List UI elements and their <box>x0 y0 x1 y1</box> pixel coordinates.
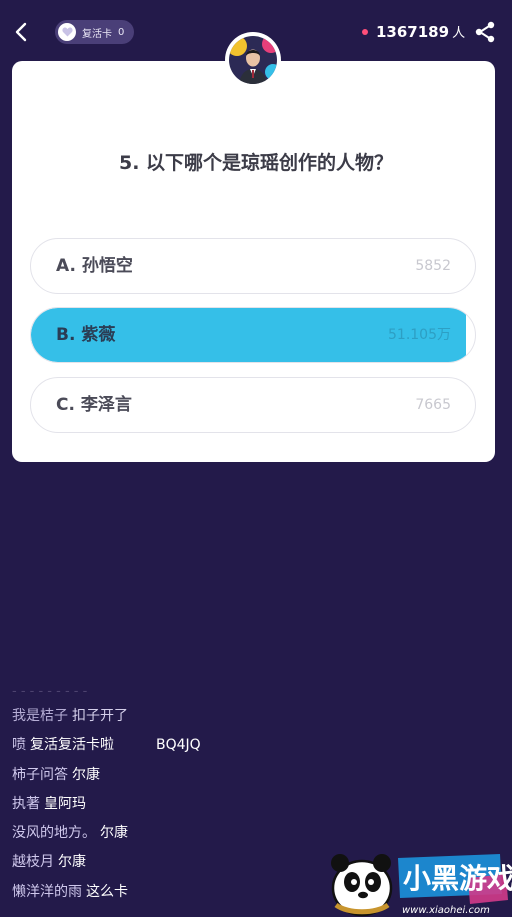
online-counter: 1367189 人 <box>362 22 465 41</box>
chat-message: 喷复活复活卡啦 BQ4JQ <box>12 735 332 764</box>
chat-username: 懒洋洋的雨 <box>12 883 82 900</box>
chat-text: 这么卡 <box>86 883 128 900</box>
chat-message: 懒洋洋的雨 这么卡 <box>12 882 332 911</box>
chat-text: 皇阿玛 <box>44 795 86 812</box>
share-icon[interactable] <box>473 20 497 44</box>
revive-card-count: 0 <box>118 26 125 38</box>
option-b[interactable]: B. 紫薇 51.105万 <box>30 307 476 363</box>
chat-message: 没风的地方。 尔康 <box>12 823 332 852</box>
option-a-count: 5852 <box>415 258 451 274</box>
online-unit: 人 <box>452 26 466 41</box>
chat-username: 越枝月 <box>12 854 54 871</box>
option-b-count: 51.105万 <box>388 327 451 343</box>
online-count: 1367189 <box>376 22 450 41</box>
option-c-label: C. 李泽言 <box>56 395 132 415</box>
chat-faded-line: - - - - - - - - - <box>12 684 88 699</box>
chat-text: 复活复活卡啦 BQ4JQ <box>30 737 201 754</box>
chat-username: 我是桔子 <box>12 708 68 724</box>
chat-username: 喷 <box>12 737 26 754</box>
option-c[interactable]: C. 李泽言 7665 <box>30 377 476 433</box>
chat-message: 我是桔子 扣子开了 <box>12 706 332 735</box>
chat-username: 没风的地方。 <box>12 825 96 842</box>
back-arrow-icon[interactable] <box>8 18 36 46</box>
heart-icon <box>58 23 76 41</box>
watermark-url: www.xiaohei.com <box>402 905 490 916</box>
revive-card-label: 复活卡 <box>82 28 112 40</box>
chat-username: 柿子问答 <box>12 766 68 783</box>
option-a[interactable]: A. 孙悟空 5852 <box>30 238 476 294</box>
chat-text: 尔康 <box>72 766 100 783</box>
chat-message: 柿子问答 尔康 <box>12 765 332 794</box>
xiaohei-watermark-logo: 小黑游戏 www.xiaohei.com <box>331 854 512 917</box>
host-avatar-frame <box>225 32 281 88</box>
chat-list: 我是桔子 扣子开了 喷复活复活卡啦 BQ4JQ 柿子问答 尔康 执著 皇阿玛 没风的地… <box>12 706 332 911</box>
chat-username: 执著 <box>12 795 40 812</box>
revive-card-badge[interactable]: 复活卡 0 <box>55 20 134 44</box>
question-text: 5. 以下哪个是琼瑶创作的人物？ <box>118 152 394 174</box>
chat-text: 尔康 <box>58 854 86 871</box>
live-dot-icon <box>362 28 368 35</box>
option-a-label: A. 孙悟空 <box>56 256 133 276</box>
option-b-label: B. 紫薇 <box>56 325 116 345</box>
chat-text: 尔康 <box>100 825 128 842</box>
chat-message: 执著 皇阿玛 <box>12 794 332 823</box>
host-avatar <box>229 36 277 84</box>
chat-message: 越枝月 尔康 <box>12 852 332 881</box>
watermark-brand: 小黑游戏 <box>403 862 512 895</box>
chat-text: 扣子开了 <box>72 708 128 724</box>
option-c-count: 7665 <box>415 397 451 413</box>
